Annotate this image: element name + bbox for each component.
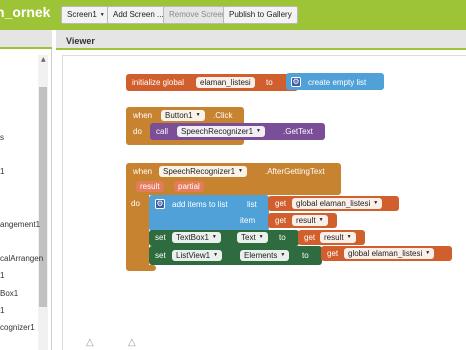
text-property-field[interactable]: Text ▼	[237, 232, 268, 243]
to-label: to	[302, 251, 309, 260]
chevron-down-icon[interactable]: ▼	[256, 128, 261, 134]
chevron-down-icon[interactable]: ▼	[259, 234, 264, 240]
viewer-header: Viewer	[56, 30, 466, 50]
publish-gallery-button[interactable]: Publish to Gallery	[223, 6, 298, 24]
add-screen-button[interactable]: Add Screen ...	[107, 6, 170, 24]
speech-component-field[interactable]: SpeechRecognizer1 ▼	[177, 126, 265, 137]
init-var-name-field[interactable]: elaman_listesi	[196, 77, 255, 88]
speech-event-component-label: SpeechRecognizer1	[163, 167, 236, 176]
init-label: initialize global	[132, 78, 185, 87]
screen-select-label: Screen1	[67, 10, 97, 20]
after-getting-text-label: .AfterGettingText	[265, 167, 325, 176]
listview-component-label: ListView1	[176, 251, 211, 260]
textbox-component-field[interactable]: TextBox1 ▼	[172, 232, 221, 243]
global-list-label: global elaman_listesi	[296, 199, 371, 208]
click-event-label: .Click	[213, 111, 233, 120]
listview-component-field[interactable]: ListView1 ▼	[172, 250, 223, 261]
chevron-down-icon[interactable]: ▼	[238, 168, 243, 174]
add-items-label: add items to list	[172, 200, 228, 209]
init-to-label: to	[266, 78, 273, 87]
when-label: when	[133, 111, 153, 120]
remove-screen-button[interactable]: Remove Screen	[163, 6, 233, 24]
tree-item[interactable]: s	[0, 133, 4, 142]
result-field[interactable]: result ▼	[320, 232, 356, 243]
result-field[interactable]: result ▼	[292, 215, 328, 226]
global-list-field[interactable]: global elaman_listesi ▼	[292, 198, 383, 209]
tree-item[interactable]: Box1	[0, 289, 18, 298]
chevron-down-icon[interactable]: ▼	[373, 200, 378, 206]
set-label: set	[155, 251, 166, 260]
speech-component-label: SpeechRecognizer1	[181, 127, 254, 136]
get-label: get	[275, 216, 287, 225]
screen-select-button[interactable]: Screen1 ▼	[61, 6, 111, 24]
chevron-down-icon[interactable]: ▼	[347, 234, 352, 240]
tree-item[interactable]: 1	[0, 167, 4, 176]
elements-property-field[interactable]: Elements ▼	[240, 250, 290, 261]
ruler-marker-icon: △	[128, 337, 136, 348]
chevron-down-icon: ▼	[99, 12, 105, 18]
item-socket-label: item	[240, 216, 256, 225]
chevron-down-icon[interactable]: ▼	[425, 250, 430, 256]
global-list-label: global elaman_listesi	[348, 249, 423, 258]
chevron-down-icon[interactable]: ▼	[280, 252, 285, 258]
event-bottom-frame	[126, 265, 156, 271]
gear-icon[interactable]: ⚙	[291, 77, 301, 87]
param-partial[interactable]: partial	[174, 181, 204, 192]
when-label: when	[133, 167, 153, 176]
chevron-down-icon[interactable]: ▼	[319, 217, 324, 223]
text-property-label: Text	[241, 233, 256, 242]
button-component-label: Button1	[165, 111, 193, 120]
get-label: get	[327, 249, 339, 258]
call-label: call	[156, 127, 169, 136]
components-header	[0, 30, 52, 49]
global-list-field[interactable]: global elaman_listesi ▼	[344, 248, 435, 259]
elements-property-label: Elements	[244, 251, 278, 260]
tree-item[interactable]: 1	[0, 271, 4, 280]
tree-item[interactable]: calArrangen	[0, 254, 43, 263]
set-label: set	[155, 233, 166, 242]
chevron-down-icon[interactable]: ▼	[196, 112, 201, 118]
project-name: n_ornek	[0, 4, 51, 20]
list-socket-label: list	[247, 200, 257, 209]
gettext-method-label: .GetText	[283, 127, 313, 136]
tree-item[interactable]: angement1	[0, 220, 40, 229]
do-label: do	[133, 127, 142, 136]
result-label: result	[296, 216, 316, 225]
get-label: get	[304, 233, 316, 242]
tree-item[interactable]: 1	[0, 306, 4, 315]
param-result[interactable]: result	[136, 181, 164, 192]
ruler-marker-icon: △	[86, 337, 94, 348]
chevron-down-icon[interactable]: ▼	[213, 252, 218, 258]
do-label: do	[131, 199, 140, 208]
textbox-component-label: TextBox1	[176, 233, 209, 242]
result-label: result	[324, 233, 344, 242]
speech-event-component-field[interactable]: SpeechRecognizer1 ▼	[159, 166, 247, 177]
gear-icon[interactable]: ⚙	[155, 199, 165, 209]
scroll-up-icon[interactable]: ▲	[41, 56, 46, 63]
scrollbar-thumb[interactable]	[39, 87, 47, 307]
create-list-label: create empty list	[308, 78, 367, 87]
to-label: to	[279, 233, 286, 242]
chevron-down-icon[interactable]: ▼	[212, 234, 217, 240]
get-label: get	[275, 199, 287, 208]
button-component-field[interactable]: Button1 ▼	[161, 110, 205, 121]
tree-item[interactable]: cognizer1	[0, 323, 35, 332]
